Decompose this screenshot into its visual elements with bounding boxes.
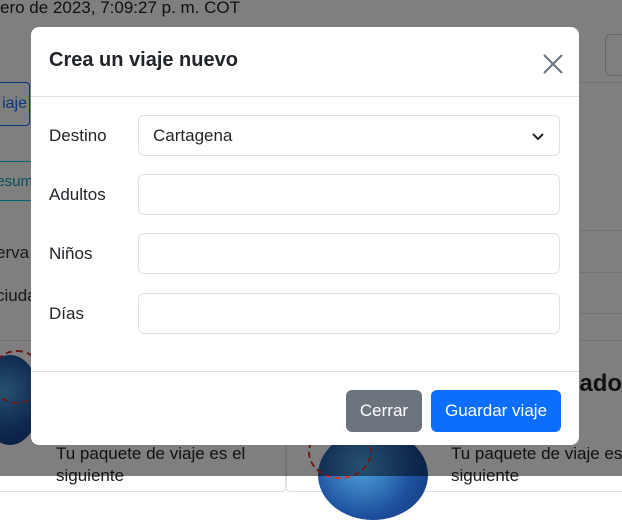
cancel-button[interactable]: Cerrar (346, 390, 422, 432)
new-trip-modal: Crea un viaje nuevo Destino Cartagena Ad… (31, 27, 579, 445)
destino-select[interactable]: Cartagena (138, 115, 560, 156)
dias-label: Días (49, 304, 84, 323)
ninos-label: Niños (49, 244, 93, 263)
destino-value: Cartagena (153, 125, 233, 145)
ninos-row: Niños (49, 233, 561, 275)
close-icon[interactable] (538, 49, 568, 79)
dias-row: Días (49, 293, 561, 335)
modal-title: Crea un viaje nuevo (49, 49, 238, 71)
destino-row: Destino Cartagena (49, 115, 561, 157)
modal-footer: Cerrar Guardar viaje (31, 372, 579, 446)
chevron-down-icon (532, 133, 544, 141)
save-trip-button[interactable]: Guardar viaje (431, 390, 561, 432)
destino-label: Destino (49, 126, 107, 145)
modal-header: Crea un viaje nuevo (31, 27, 579, 97)
adultos-input[interactable] (138, 174, 560, 215)
dias-input[interactable] (138, 293, 560, 334)
adultos-label: Adultos (49, 185, 106, 204)
modal-body: Destino Cartagena Adultos Niños Días (31, 97, 579, 372)
adultos-row: Adultos (49, 174, 561, 216)
ninos-input[interactable] (138, 233, 560, 274)
